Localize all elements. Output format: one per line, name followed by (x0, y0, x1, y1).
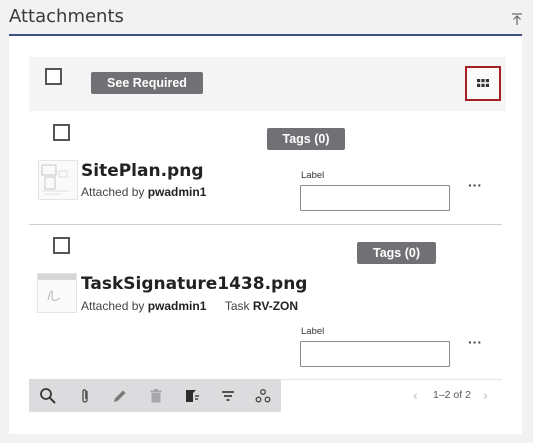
attachment-meta: Attached by pwadmin1 Task RV-ZON (81, 299, 298, 313)
attachment-divider (29, 224, 502, 225)
attached-by-prefix: Attached by (81, 185, 145, 199)
label-caption: Label (301, 326, 325, 337)
attachments-toolbar: See Required (29, 57, 506, 111)
task-prefix: Task (224, 299, 250, 313)
attached-by-user: pwadmin1 (147, 185, 207, 199)
tags-button[interactable]: Tags (0) (357, 242, 436, 264)
attachment-checkbox[interactable] (53, 237, 70, 254)
attachment-checkbox[interactable] (53, 124, 70, 141)
attached-by-user: pwadmin1 (147, 299, 207, 313)
pencil-icon[interactable] (111, 387, 129, 405)
settings-cluster-icon[interactable] (254, 387, 272, 405)
site-plan-thumbnail-icon (41, 164, 69, 195)
pager-next-icon[interactable]: › (483, 387, 488, 403)
filter-icon[interactable] (219, 387, 237, 405)
see-required-button[interactable]: See Required (91, 72, 203, 94)
label-input[interactable] (300, 185, 450, 211)
task-value: RV-ZON (252, 299, 299, 313)
attachment-thumbnail[interactable] (37, 273, 77, 313)
attachments-card: See Required Tags (0) SitePlan.png Attac… (9, 36, 522, 434)
attached-by-prefix: Attached by (81, 299, 145, 313)
signature-thumbnail-icon (38, 274, 76, 301)
pager-prev-icon[interactable]: ‹ (413, 387, 418, 403)
attachment-meta: Attached by pwadmin1 (81, 185, 206, 199)
attachment-filename[interactable]: TaskSignature1438.png (81, 274, 307, 294)
panel-title: Attachments (9, 6, 124, 27)
paperclip-icon[interactable] (76, 387, 94, 405)
grid-icon (477, 79, 489, 87)
collapse-icon[interactable] (510, 12, 524, 26)
attachment-action-bar (29, 379, 281, 412)
more-options-button[interactable]: ··· (468, 334, 482, 350)
label-caption: Label (301, 170, 325, 181)
pager-range: 1–2 of 2 (433, 389, 471, 401)
document-tag-icon[interactable] (183, 387, 201, 405)
more-options-button[interactable]: ··· (468, 177, 482, 193)
search-icon[interactable] (39, 387, 57, 405)
attachment-thumbnail[interactable] (38, 160, 78, 200)
grid-view-button[interactable] (465, 66, 501, 101)
attachment-filename[interactable]: SitePlan.png (81, 161, 204, 181)
trash-icon[interactable] (147, 387, 165, 405)
select-all-checkbox[interactable] (45, 68, 62, 85)
tags-button[interactable]: Tags (0) (267, 128, 345, 150)
label-input[interactable] (300, 341, 450, 367)
